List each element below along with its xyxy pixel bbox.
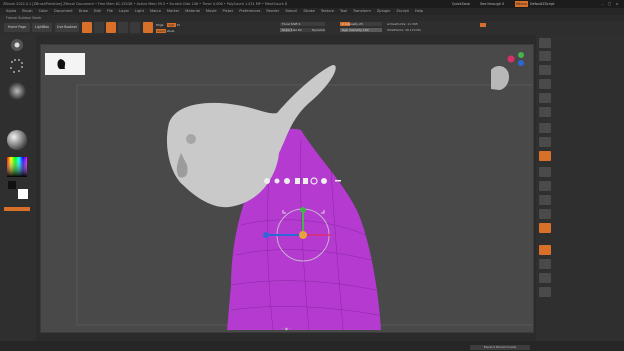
svg-text:·· ◆ ··: ·· ◆ ·· <box>281 326 292 331</box>
quicksave-button[interactable]: QuickSave <box>452 0 470 8</box>
rotate-button[interactable] <box>130 22 140 33</box>
floor-button[interactable] <box>539 137 551 147</box>
axis-gizmo-x <box>507 55 515 63</box>
menu-item[interactable]: Layer <box>119 8 129 15</box>
menu-item[interactable]: Edit <box>94 8 101 15</box>
menu-item[interactable]: Render <box>266 8 279 15</box>
scale-button[interactable] <box>118 22 128 33</box>
ghost-button[interactable] <box>539 259 551 269</box>
right-shelf <box>536 35 624 351</box>
m-toggle[interactable]: M <box>177 23 182 27</box>
active-points-readout: ActivePoints: 11.395 <box>387 22 418 26</box>
orientation-head-icon <box>491 65 509 90</box>
sculpt-viewport[interactable]: ·· ◆ ·· <box>41 45 534 333</box>
menu-item[interactable]: Transform <box>353 8 371 15</box>
zadd-toggle[interactable]: Zadd <box>156 29 166 33</box>
switch-color-button[interactable] <box>4 207 30 211</box>
menu-item[interactable]: Macro <box>150 8 161 15</box>
xyz-button[interactable] <box>539 167 551 177</box>
menu-item[interactable]: Movie <box>206 8 217 15</box>
top-toolbar: Home Page LightBox Live Boolean Mrgb Rgb… <box>0 21 624 35</box>
menu-item[interactable]: Light <box>135 8 144 15</box>
menu-item[interactable]: Draw <box>79 8 88 15</box>
menu-item[interactable]: Document <box>54 8 73 15</box>
menu-item[interactable]: Marker <box>167 8 179 15</box>
move-view-button[interactable] <box>539 195 551 205</box>
menu-item[interactable]: Stencil <box>285 8 297 15</box>
menu-item[interactable]: Stroke <box>303 8 314 15</box>
live-boolean-button[interactable]: Live Boolean <box>55 23 79 32</box>
stroke-thumbnail[interactable] <box>6 57 28 77</box>
axis-gizmo-z <box>518 60 524 66</box>
lightbox-button[interactable]: LightBox <box>32 23 52 32</box>
menu-item[interactable]: Brush <box>22 8 32 15</box>
zoom-toggle[interactable] <box>480 23 486 27</box>
minimize-icon[interactable]: – <box>600 0 605 8</box>
aahalf-button[interactable] <box>539 107 551 117</box>
axis-gizmo-y <box>518 52 524 58</box>
spix-button[interactable] <box>539 51 551 61</box>
menus-button[interactable]: Menus <box>515 1 529 7</box>
zoom3d-button[interactable] <box>539 209 551 219</box>
menu-item[interactable]: Help <box>415 8 423 15</box>
left-shelf <box>0 35 36 351</box>
local-button[interactable] <box>539 151 551 161</box>
mrgb-toggle[interactable]: Mrgb <box>156 23 166 27</box>
home-page-button[interactable]: Home Page <box>4 23 30 32</box>
total-points-readout: TotalPoints: 39.170 Mil <box>387 28 421 32</box>
material-thumbnail[interactable] <box>6 129 28 151</box>
polyf-button[interactable] <box>539 223 551 233</box>
menu-item[interactable]: Texture <box>321 8 334 15</box>
rgb-intensity-slider[interactable]: Rgb Intensity 100 <box>340 28 382 32</box>
menu-item[interactable]: Tool <box>340 8 347 15</box>
zbrush-guide-tab[interactable]: Expand Zbrush Guide <box>470 345 530 350</box>
bpr-button[interactable] <box>539 38 551 48</box>
menu-item[interactable]: Color <box>39 8 48 15</box>
default-zscript-button[interactable]: DefaultZScript <box>530 0 555 8</box>
status-bar <box>0 341 624 351</box>
standard-brush-thumbnail[interactable] <box>6 37 28 53</box>
menu-item[interactable]: Zscript <box>396 8 408 15</box>
title-text: ZBrush 2022.0.1 [ZBrushPrimitive] ZBrush… <box>3 2 288 6</box>
brush-icon[interactable] <box>143 22 153 33</box>
zoom-button[interactable] <box>539 79 551 89</box>
color-picker[interactable] <box>6 156 28 178</box>
menu-bar: Alpha Brush Color Document Draw Edit File Layer… <box>0 8 624 15</box>
persp-button[interactable] <box>539 123 551 133</box>
title-bar: ZBrush 2022.0.1 [ZBrushPrimitive] ZBrush… <box>0 0 624 8</box>
z-intensity-slider[interactable]: Z Intensity 25 <box>340 22 382 26</box>
frame-button[interactable] <box>539 181 551 191</box>
menu-item[interactable]: Material <box>185 8 200 15</box>
solo-button[interactable] <box>539 273 551 283</box>
menu-item[interactable]: File <box>107 8 113 15</box>
draw-button[interactable] <box>94 22 104 33</box>
alpha-thumbnail[interactable] <box>6 81 28 101</box>
edit-button[interactable] <box>82 22 92 33</box>
dynamic-toggle[interactable]: Dynamic <box>312 28 325 32</box>
close-icon[interactable]: × <box>614 0 620 8</box>
menu-item[interactable]: Zplugin <box>377 8 391 15</box>
see-through-slider[interactable]: See-through 0 <box>480 0 504 8</box>
menu-item[interactable]: Picker <box>223 8 234 15</box>
move-button[interactable] <box>106 22 116 33</box>
secondary-color-swatch[interactable] <box>18 189 28 199</box>
focal-shift-slider[interactable]: Focal Shift 0 <box>280 22 325 26</box>
scroll-button[interactable] <box>539 65 551 75</box>
zsub-toggle[interactable]: Zsub <box>167 29 177 33</box>
rgb-toggle[interactable]: Rgb <box>167 23 176 27</box>
document-canvas[interactable]: ·· ◆ ·· <box>40 44 534 333</box>
main-color-swatch[interactable] <box>8 181 16 189</box>
menu-item[interactable]: Alpha <box>6 8 16 15</box>
actual-button[interactable] <box>539 93 551 103</box>
xpose-button[interactable] <box>539 287 551 297</box>
menu-item[interactable]: Preferences <box>239 8 260 15</box>
transp-button[interactable] <box>539 245 551 255</box>
maximize-icon[interactable]: □ <box>607 0 612 8</box>
